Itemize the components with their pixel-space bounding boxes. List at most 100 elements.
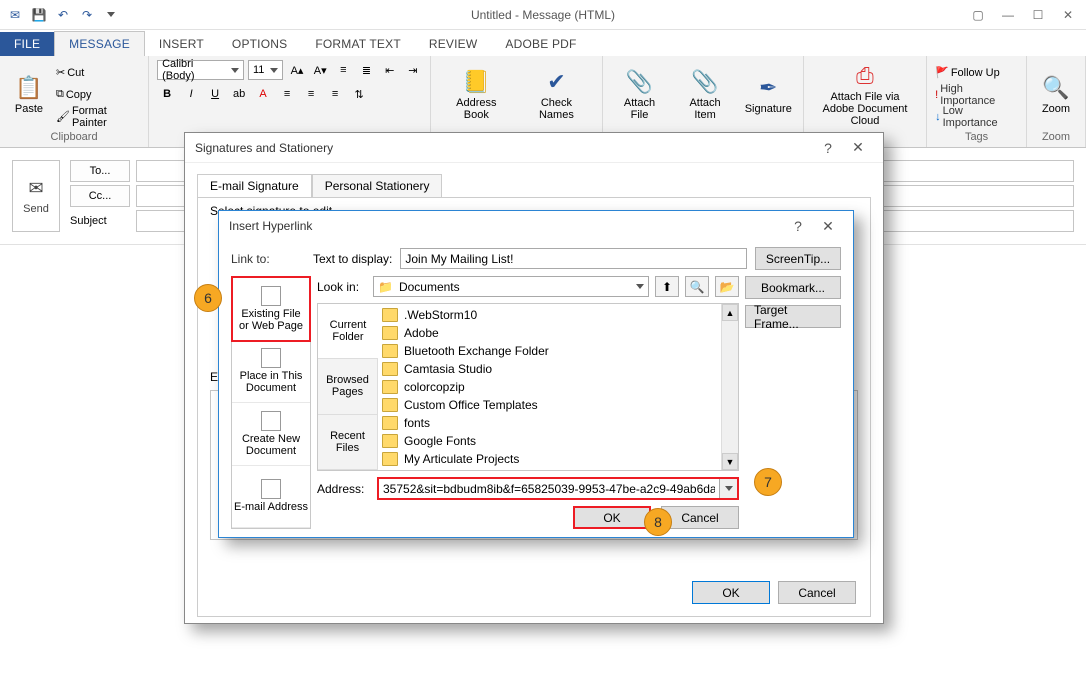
file-item[interactable]: .WebStorm10 [382, 306, 734, 324]
subtab-recent-files[interactable]: Recent Files [318, 415, 378, 470]
font-size-select[interactable]: 11 [248, 60, 283, 80]
italic-icon[interactable]: I [181, 84, 201, 104]
tab-adobe-pdf[interactable]: ADOBE PDF [491, 32, 590, 56]
maximize-icon[interactable]: ☐ [1024, 1, 1052, 29]
high-importance-button[interactable]: ! High Importance [935, 85, 1018, 105]
to-button[interactable]: To... [70, 160, 130, 182]
file-name: colorcopzip [404, 380, 465, 394]
minimize-icon[interactable]: — [994, 1, 1022, 29]
cancel-button[interactable]: Cancel [661, 506, 739, 529]
folder-icon [382, 416, 398, 430]
address-dropdown-icon[interactable] [719, 479, 737, 498]
follow-up-label: Follow Up [951, 67, 1000, 79]
undo-icon[interactable]: ↶ [52, 4, 74, 26]
align-left-icon[interactable]: ≡ [277, 84, 297, 104]
up-folder-icon[interactable]: ⬆ [655, 276, 679, 297]
outdent-icon[interactable]: ⇤ [380, 60, 399, 80]
address-input[interactable] [379, 479, 719, 498]
subtab-current-folder[interactable]: Current Folder [318, 304, 378, 359]
low-importance-button[interactable]: ↓ Low Importance [935, 107, 1018, 127]
ok-button[interactable]: OK [573, 506, 651, 529]
bookmark-button[interactable]: Bookmark... [745, 276, 841, 299]
step-marker-8: 8 [644, 508, 672, 536]
linkto-email-address[interactable]: E-mail Address [232, 466, 310, 529]
high-importance-label: High Importance [940, 83, 1018, 107]
step-marker-6: 6 [194, 284, 222, 312]
window-title: Untitled - Message (HTML) [122, 8, 964, 22]
cut-button[interactable]: ✂ Cut [56, 63, 140, 83]
file-item[interactable]: Google Fonts [382, 432, 734, 450]
font-color-icon[interactable]: A [253, 84, 273, 104]
zoom-button[interactable]: 🔍Zoom [1035, 73, 1077, 117]
paste-button[interactable]: 📋Paste [8, 73, 50, 117]
tab-file[interactable]: FILE [0, 32, 54, 56]
line-spacing-icon[interactable]: ⇅ [349, 84, 369, 104]
ribbon-options-icon[interactable]: ▢ [964, 1, 992, 29]
check-names-button[interactable]: ✔Check Names [519, 67, 593, 123]
close-icon[interactable]: ✕ [813, 218, 843, 235]
attach-file-button[interactable]: 📎Attach File [611, 67, 669, 123]
screentip-button[interactable]: ScreenTip... [755, 247, 841, 270]
attach-item-label: Attach Item [678, 97, 731, 121]
copy-button[interactable]: ⧉ Copy [56, 85, 140, 105]
tab-format-text[interactable]: FORMAT TEXT [301, 32, 415, 56]
underline-icon[interactable]: U [205, 84, 225, 104]
subtab-browsed-pages[interactable]: Browsed Pages [318, 359, 378, 414]
signature-button[interactable]: ✒Signature [742, 73, 795, 117]
highlight-icon[interactable]: ab [229, 84, 249, 104]
address-book-button[interactable]: 📒Address Book [439, 67, 513, 123]
tab-review[interactable]: REVIEW [415, 32, 492, 56]
ok-button[interactable]: OK [692, 581, 770, 604]
close-icon[interactable]: ✕ [843, 139, 873, 156]
format-painter-button[interactable]: 🖌 Format Painter [56, 107, 140, 127]
tab-email-signature[interactable]: E-mail Signature [197, 174, 312, 198]
numbering-icon[interactable]: ≣ [357, 60, 376, 80]
scroll-down-icon[interactable]: ▼ [722, 453, 738, 470]
browse-file-icon[interactable]: 📂 [715, 276, 739, 297]
bullets-icon[interactable]: ≡ [334, 60, 353, 80]
file-item[interactable]: colorcopzip [382, 378, 734, 396]
file-item[interactable]: fonts [382, 414, 734, 432]
adobe-attach-button[interactable]: ⎙Attach File via Adobe Document Cloud [812, 61, 918, 129]
file-item[interactable]: Camtasia Studio [382, 360, 734, 378]
file-list[interactable]: .WebStorm10Adobe Bluetooth Exchange Folde… [378, 304, 738, 470]
tab-options[interactable]: OPTIONS [218, 32, 301, 56]
cc-button[interactable]: Cc... [70, 185, 130, 207]
font-name-select[interactable]: Calibri (Body) [157, 60, 244, 80]
linkto-place-in-document[interactable]: Place in This Document [232, 341, 310, 404]
indent-icon[interactable]: ⇥ [403, 60, 422, 80]
grow-font-icon[interactable]: A▴ [287, 60, 306, 80]
send-button[interactable]: ✉Send [12, 160, 60, 232]
file-item[interactable]: My Articulate Projects [382, 450, 734, 468]
align-right-icon[interactable]: ≡ [325, 84, 345, 104]
tab-insert[interactable]: INSERT [145, 32, 218, 56]
attach-item-button[interactable]: 📎Attach Item [674, 67, 735, 123]
linkto-create-new-document[interactable]: Create New Document [232, 403, 310, 466]
file-item[interactable]: Custom Office Templates [382, 396, 734, 414]
redo-icon[interactable]: ↷ [76, 4, 98, 26]
linkto-existing-file[interactable]: Existing File or Web Page [231, 276, 311, 342]
text-to-display-input[interactable] [400, 248, 747, 269]
browse-web-icon[interactable]: 🔍 [685, 276, 709, 297]
help-icon[interactable]: ? [813, 140, 843, 156]
bold-icon[interactable]: B [157, 84, 177, 104]
follow-up-button[interactable]: 🚩 Follow Up [935, 63, 1018, 83]
align-center-icon[interactable]: ≡ [301, 84, 321, 104]
file-name: Bluetooth Exchange Folder [404, 344, 549, 358]
scroll-up-icon[interactable]: ▲ [722, 304, 738, 321]
folder-icon [382, 344, 398, 358]
qat-more-icon[interactable] [100, 4, 122, 26]
file-item[interactable]: Adobe [382, 324, 734, 342]
tab-message[interactable]: MESSAGE [54, 31, 145, 56]
file-item[interactable]: Bluetooth Exchange Folder [382, 342, 734, 360]
tab-personal-stationery[interactable]: Personal Stationery [312, 174, 443, 198]
look-in-select[interactable]: 📁Documents [373, 276, 649, 297]
shrink-font-icon[interactable]: A▾ [311, 60, 330, 80]
group-label: Tags [935, 129, 1018, 145]
save-icon[interactable]: 💾 [28, 4, 50, 26]
target-frame-button[interactable]: Target Frame... [745, 305, 841, 328]
cancel-button[interactable]: Cancel [778, 581, 856, 604]
scrollbar[interactable]: ▲ ▼ [721, 304, 738, 470]
help-icon[interactable]: ? [783, 218, 813, 234]
close-icon[interactable]: ✕ [1054, 1, 1082, 29]
